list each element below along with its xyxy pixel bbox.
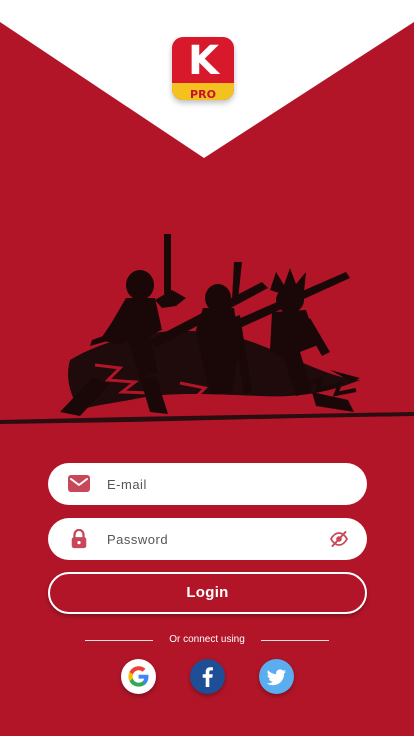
- twitter-icon: [266, 669, 286, 686]
- facebook-login-button[interactable]: [190, 659, 225, 694]
- eye-off-icon[interactable]: [330, 530, 348, 548]
- password-input[interactable]: [107, 518, 317, 560]
- app-logo: K PRO: [172, 37, 234, 100]
- google-icon: [128, 666, 149, 687]
- logo-badge-text: PRO: [190, 88, 216, 100]
- hero-silhouette-illustration: [0, 234, 414, 424]
- mail-icon: [68, 475, 90, 492]
- logo-letter: K: [188, 38, 219, 84]
- twitter-login-button[interactable]: [259, 659, 294, 694]
- divider-line-left: [85, 640, 153, 641]
- login-button[interactable]: Login: [48, 572, 367, 614]
- facebook-icon: [202, 667, 213, 687]
- email-input[interactable]: [107, 463, 317, 505]
- lock-icon: [71, 529, 87, 549]
- logo-badge: PRO: [172, 83, 234, 100]
- google-login-button[interactable]: [121, 659, 156, 694]
- email-field[interactable]: [48, 463, 367, 505]
- social-divider-text: Or connect using: [169, 634, 245, 645]
- password-field[interactable]: [48, 518, 367, 560]
- divider-line-right: [261, 640, 329, 641]
